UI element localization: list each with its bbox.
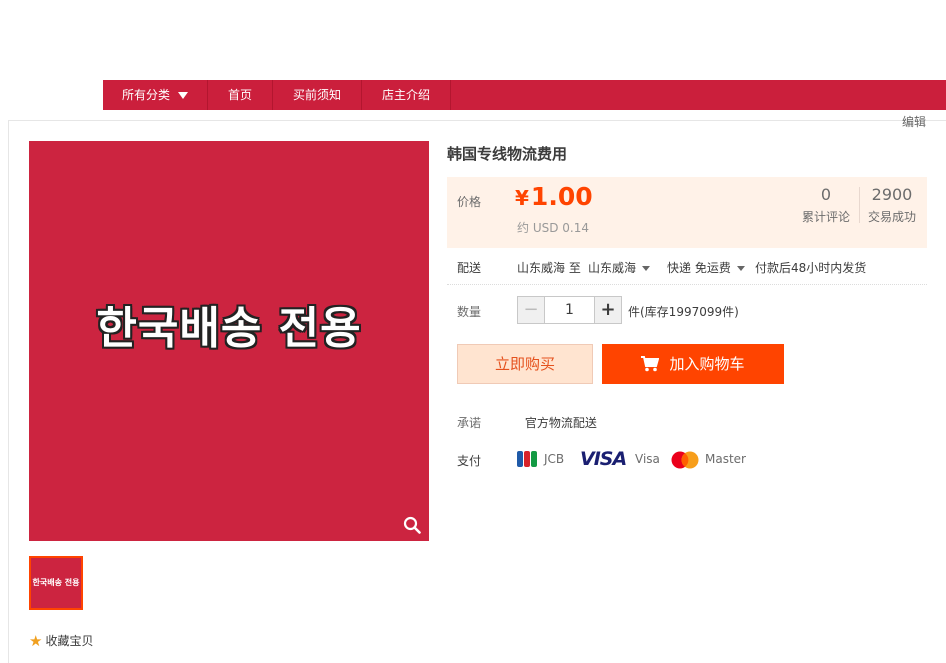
thumbnail-text: 한국배송 전용 bbox=[32, 578, 80, 587]
nav-owner-intro-label: 店主介绍 bbox=[381, 88, 430, 102]
add-to-cart-button[interactable]: 加入购物车 bbox=[602, 344, 784, 384]
main-product-image[interactable]: 한국배송 전용 bbox=[29, 141, 429, 541]
ship-from: 山东威海 至 bbox=[517, 261, 581, 275]
promise-row: 承诺 官方物流配送 bbox=[457, 414, 597, 431]
caret-down-icon bbox=[642, 266, 651, 271]
review-count-label: 累计评论 bbox=[801, 210, 850, 224]
main-image-text: 한국배송 전용 bbox=[96, 303, 362, 354]
star-icon: ★ bbox=[29, 632, 43, 650]
quantity-stepper: − + bbox=[517, 296, 622, 324]
visa-logo: VISA bbox=[580, 448, 627, 470]
product-thumbnail[interactable]: 한국배송 전용 bbox=[29, 556, 83, 610]
usd-price: 约 USD 0.14 bbox=[517, 221, 589, 235]
ship-method-value: 快递 免运费 bbox=[667, 261, 731, 275]
price-panel: 价格 ¥1.00 约 USD 0.14 0 累计评论 2900 交易成功 bbox=[447, 177, 927, 248]
visa-label: Visa bbox=[635, 452, 660, 466]
increase-button[interactable]: + bbox=[594, 297, 621, 323]
caret-down-icon bbox=[178, 92, 188, 99]
review-count-stat[interactable]: 0 累计评论 bbox=[797, 185, 855, 225]
shipping-row: 配送 山东威海 至 山东威海 快递 免运费 付款后48小时内发货 bbox=[447, 258, 927, 285]
jcb-logo-icon bbox=[517, 451, 537, 467]
product-title: 韩国专线物流费用 bbox=[447, 145, 568, 163]
mastercard-logo-icon bbox=[671, 451, 699, 469]
quantity-label: 数量 bbox=[457, 305, 482, 319]
review-count: 0 bbox=[820, 185, 832, 204]
caret-down-icon bbox=[736, 266, 745, 271]
nav-pre-purchase-label: 买前须知 bbox=[292, 88, 341, 102]
price-value: ¥1.00 bbox=[515, 182, 593, 211]
sales-count: 2900 bbox=[871, 185, 913, 204]
jcb-label: JCB bbox=[544, 452, 565, 466]
ship-to-select[interactable]: 山东威海 bbox=[588, 259, 651, 276]
price-number: 1.00 bbox=[530, 182, 593, 211]
master-label: Master bbox=[705, 452, 746, 466]
stock-info: 件(库存1997099件) bbox=[628, 305, 739, 319]
shipping-label: 配送 bbox=[457, 261, 482, 275]
nav-home-label: 首页 bbox=[227, 88, 252, 102]
payment-row: 支付 JCB VISA Visa Master bbox=[457, 448, 927, 471]
price-label: 价格 bbox=[457, 195, 482, 209]
edit-link[interactable]: 编辑 bbox=[902, 113, 926, 130]
nav-all-categories-label: 所有分类 bbox=[121, 88, 170, 102]
promise-label: 承诺 bbox=[457, 416, 482, 430]
ship-method-select[interactable]: 快递 免运费 bbox=[667, 259, 745, 276]
delivery-time: 付款后48小时内发货 bbox=[755, 261, 867, 275]
sales-count-stat: 2900 交易成功 bbox=[865, 185, 919, 225]
shop-nav-bar: 所有分类 首页 买前须知 店主介绍 bbox=[103, 80, 946, 110]
quantity-row: 数量 − + 件(库存1997099件) bbox=[447, 296, 927, 326]
promise-text: 官方物流配送 bbox=[524, 416, 597, 430]
currency-symbol: ¥ bbox=[515, 186, 529, 210]
ship-to-value: 山东威海 bbox=[588, 261, 637, 275]
sales-count-label: 交易成功 bbox=[867, 210, 916, 224]
decrease-button[interactable]: − bbox=[518, 297, 545, 323]
buy-now-button[interactable]: 立即购买 bbox=[457, 344, 593, 384]
stat-divider bbox=[859, 187, 860, 223]
shopping-cart-icon bbox=[641, 356, 660, 372]
payment-label: 支付 bbox=[457, 454, 482, 468]
favorite-item-link[interactable]: ★ 收藏宝贝 bbox=[29, 632, 93, 650]
nav-pre-purchase-notes[interactable]: 买前须知 bbox=[273, 80, 362, 110]
nav-all-categories[interactable]: 所有分类 bbox=[103, 80, 208, 110]
nav-home[interactable]: 首页 bbox=[208, 80, 273, 110]
quantity-input[interactable] bbox=[545, 297, 594, 323]
add-to-cart-label: 加入购物车 bbox=[669, 355, 745, 373]
nav-owner-intro[interactable]: 店主介绍 bbox=[362, 80, 451, 110]
magnifier-icon[interactable] bbox=[403, 516, 421, 534]
favorite-label: 收藏宝贝 bbox=[45, 634, 94, 648]
